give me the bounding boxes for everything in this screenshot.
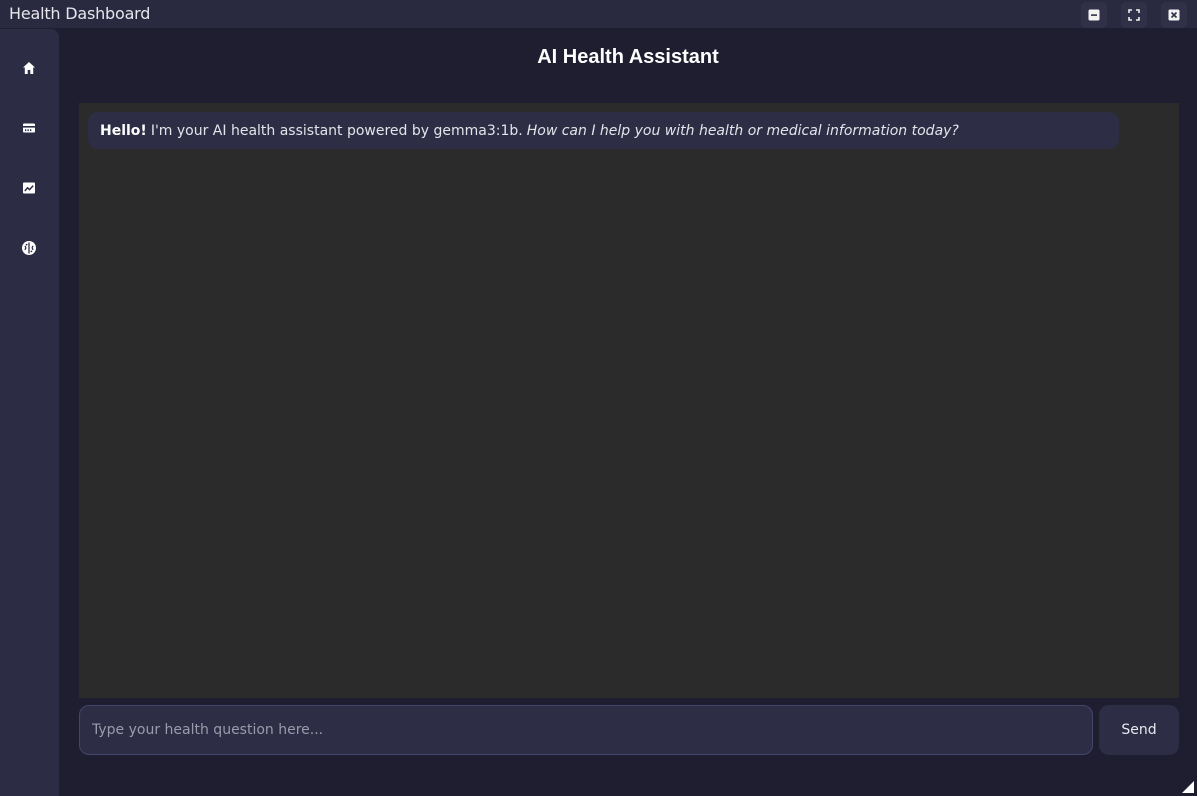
maximize-icon (1128, 9, 1140, 21)
resize-grip-icon[interactable] (1182, 781, 1194, 793)
home-icon (23, 62, 35, 74)
message-text: I'm your AI health assistant powered by … (150, 122, 523, 139)
card-icon (23, 123, 35, 133)
sidebar-item-records[interactable] (14, 113, 44, 143)
title-bar: Health Dashboard (0, 0, 1197, 28)
sidebar-item-home[interactable] (14, 53, 44, 83)
sidebar-item-charts[interactable] (14, 173, 44, 203)
window-title: Health Dashboard (9, 4, 151, 23)
page-title: AI Health Assistant (537, 46, 719, 68)
send-button[interactable]: Send (1099, 705, 1179, 755)
close-button[interactable] (1161, 2, 1187, 28)
chart-icon (23, 182, 35, 194)
minimize-icon (1088, 9, 1100, 21)
brain-icon (22, 241, 36, 255)
message-question: How can I help you with health or medica… (526, 122, 959, 139)
close-icon (1168, 9, 1180, 21)
sidebar (0, 29, 59, 796)
question-input[interactable] (79, 705, 1093, 755)
assistant-message: Hello! I'm your AI health assistant powe… (88, 112, 1119, 149)
minimize-button[interactable] (1081, 2, 1107, 28)
chat-area: Hello! I'm your AI health assistant powe… (79, 103, 1179, 698)
sidebar-item-ai-assistant[interactable] (14, 233, 44, 263)
maximize-button[interactable] (1121, 2, 1147, 28)
message-greeting: Hello! (100, 122, 147, 139)
